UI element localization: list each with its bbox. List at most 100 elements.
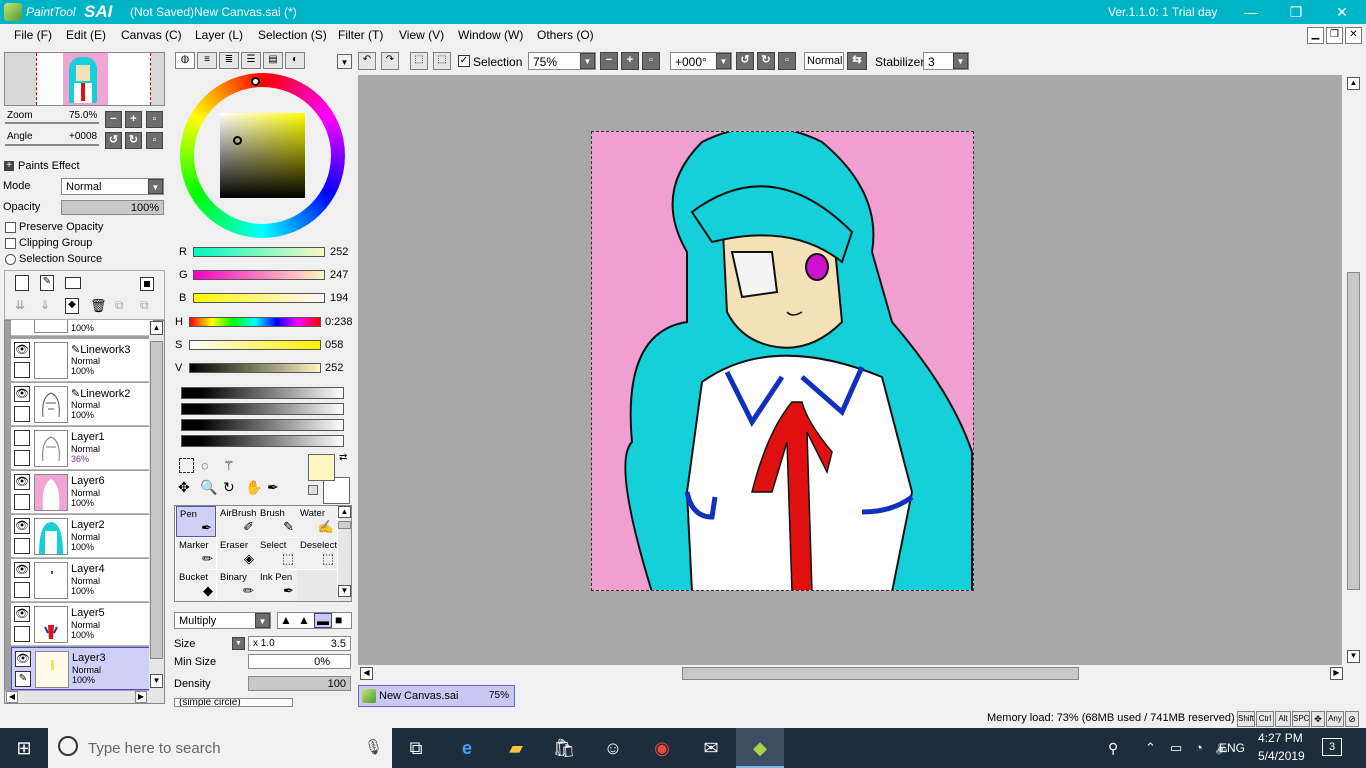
hsv-slider-mode-icon[interactable]: ≣ — [219, 52, 239, 69]
clock-time[interactable]: 4:27 PM — [1258, 731, 1303, 745]
brush-shape-selector[interactable]: ▲ ▲ ▬ ■ — [277, 612, 352, 629]
minimize-button[interactable]: — — [1228, 0, 1274, 24]
blend-mode-select[interactable]: Multiply ▼ — [174, 612, 271, 629]
tone-mode-icon[interactable]: ◐ — [285, 52, 305, 69]
swatches-mode-icon[interactable]: ☰ — [241, 52, 261, 69]
zoom-select[interactable]: 75% ▼ — [528, 52, 596, 70]
layer-row[interactable]: 👁 Layer4 Normal 100% — [11, 559, 153, 602]
show-hidden-icons[interactable]: ⌃ — [1145, 740, 1156, 756]
min-size-slider[interactable]: 0% — [248, 654, 351, 669]
app-avatar-icon[interactable]: ☺ — [589, 728, 637, 768]
background-color-swatch[interactable] — [323, 477, 350, 504]
paint-tool-sai-taskbar-icon[interactable]: ◆ — [736, 728, 784, 768]
document-tab[interactable]: New Canvas.sai 75% — [358, 685, 515, 707]
tool-select[interactable]: Select ⬚ — [257, 538, 297, 569]
saturation-value-square[interactable] — [220, 113, 305, 198]
clipping-group-checkbox[interactable] — [5, 238, 16, 249]
menu-view[interactable]: View (V) — [399, 28, 444, 42]
layer-mask-icon[interactable] — [140, 277, 154, 291]
delete-layer-icon[interactable]: 🗑 — [90, 298, 107, 314]
rotate-left-button[interactable]: ↺ — [105, 132, 122, 149]
lock-checkbox[interactable] — [14, 582, 30, 598]
new-layer-icon[interactable] — [15, 275, 29, 291]
merge-down-icon[interactable]: ⇓ — [40, 298, 54, 314]
rotate-icon[interactable]: ↻ — [223, 479, 240, 496]
zoom-reset-button[interactable]: ▫ — [146, 111, 163, 128]
zoom-icon[interactable]: 🔍 — [200, 479, 217, 496]
canvas-vscrollbar[interactable]: ▲ ▼ — [1345, 75, 1362, 665]
rotate-right-button[interactable]: ↻ — [125, 132, 142, 149]
tool-pen[interactable]: Pen ✒ — [176, 506, 216, 537]
opacity-slider[interactable]: 100% — [61, 200, 164, 215]
lasso-icon[interactable]: ◌ — [201, 458, 218, 473]
store-icon[interactable]: 🛍 — [540, 728, 588, 768]
eye-icon[interactable]: 👁 — [14, 474, 30, 490]
scroll-thumb[interactable] — [150, 341, 163, 659]
layer-hscrollbar[interactable]: ◀ ▶ — [5, 691, 164, 703]
tool-eraser[interactable]: Eraser ◈ — [217, 538, 257, 569]
gray-slider-3[interactable] — [181, 419, 344, 431]
tool-ink-pen[interactable]: Ink Pen ✒ — [257, 570, 297, 601]
scroll-right-icon[interactable]: ▶ — [1330, 667, 1343, 680]
r-slider[interactable] — [193, 247, 325, 257]
expand-icon[interactable]: + — [4, 161, 14, 171]
toolbar-menu-icon[interactable]: ▼ — [337, 54, 352, 69]
layer-row[interactable]: 👁 ✎Linework3 Normal 100% — [11, 339, 153, 382]
transparent-color-icon[interactable] — [308, 485, 318, 495]
menu-layer[interactable]: Layer (L) — [195, 28, 243, 42]
soft-shape-icon[interactable]: ▲ — [280, 613, 292, 627]
eye-icon[interactable]: 👁 — [14, 518, 30, 534]
eye-icon[interactable]: 👁 — [14, 342, 30, 358]
people-icon[interactable]: ⚲ — [1108, 740, 1118, 757]
scroll-left-icon[interactable]: ◀ — [6, 691, 18, 703]
clock-date[interactable]: 5/4/2019 — [1258, 749, 1305, 763]
zoom-in-button[interactable]: + — [125, 111, 142, 128]
s-slider[interactable] — [189, 340, 321, 350]
language-indicator[interactable]: ENG — [1219, 741, 1245, 755]
preserve-opacity-checkbox[interactable] — [5, 222, 16, 233]
hard-shape-icon[interactable]: ▬ — [314, 613, 332, 628]
scroll-up-icon[interactable]: ▲ — [150, 321, 163, 335]
density-slider[interactable]: 100 — [248, 676, 351, 691]
rotate-reset-tb-button[interactable]: ▫ — [778, 52, 796, 70]
layer-row[interactable]: 👁 Layer5 Normal 100% — [11, 603, 153, 646]
selection-source-radio[interactable] — [5, 254, 16, 265]
gray-slider-1[interactable] — [181, 387, 344, 399]
tool-bucket[interactable]: Bucket ◆ — [176, 570, 216, 601]
eye-off-icon[interactable] — [14, 430, 30, 446]
flip-button[interactable]: ⇆ — [847, 52, 867, 70]
menu-window[interactable]: Window (W) — [458, 28, 523, 42]
rect-select-icon[interactable] — [179, 458, 194, 473]
angle-select[interactable]: +000° ▼ — [670, 52, 732, 70]
doc-restore-button[interactable]: ❐ — [1326, 27, 1343, 44]
layer-row-selected[interactable]: 👁 ✎ Layer3 Normal 100% — [11, 647, 153, 690]
invert-selection-button[interactable]: ⬚ — [433, 52, 451, 70]
rotate-left-tb-button[interactable]: ↺ — [736, 52, 754, 70]
scroll-up-icon[interactable]: ▲ — [1347, 77, 1360, 90]
scroll-left-icon[interactable]: ◀ — [360, 667, 373, 680]
scroll-up-icon[interactable]: ▲ — [338, 506, 351, 518]
rgb-slider-mode-icon[interactable]: ≡ — [197, 52, 217, 69]
pen-icon[interactable]: ✎ — [15, 671, 31, 687]
new-folder-icon[interactable] — [65, 277, 81, 289]
scroll-down-icon[interactable]: ▼ — [1347, 650, 1360, 663]
task-view-icon[interactable]: ⧉ — [392, 728, 440, 768]
layer-row[interactable]: 👁 ✎Linework2 Normal 100% — [11, 383, 153, 426]
copy-layer-icon[interactable]: ⧉ — [115, 298, 129, 314]
eye-icon[interactable]: 👁 — [14, 606, 30, 622]
layer-row[interactable]: 👁 Layer6 Normal 100% — [11, 471, 153, 514]
file-explorer-icon[interactable]: ▰ — [492, 728, 540, 768]
layer-row[interactable]: 100% — [11, 320, 153, 336]
eyedropper-icon[interactable]: ✒ — [267, 479, 284, 496]
merge-visible-icon[interactable]: ⧉ — [140, 298, 154, 314]
g-slider[interactable] — [193, 270, 325, 280]
eye-icon[interactable]: 👁 — [14, 386, 30, 402]
eye-icon[interactable]: 👁 — [15, 651, 31, 667]
scroll-right-icon[interactable]: ▶ — [135, 691, 147, 703]
chrome-icon[interactable]: ◉ — [638, 728, 686, 768]
maximize-button[interactable]: ❐ — [1273, 0, 1319, 24]
mail-icon[interactable]: ✉ — [687, 728, 735, 768]
magic-wand-icon[interactable]: ⚚ — [223, 458, 240, 473]
navigator-preview[interactable] — [4, 52, 165, 106]
tool-brush[interactable]: Brush ✎ — [257, 506, 297, 537]
